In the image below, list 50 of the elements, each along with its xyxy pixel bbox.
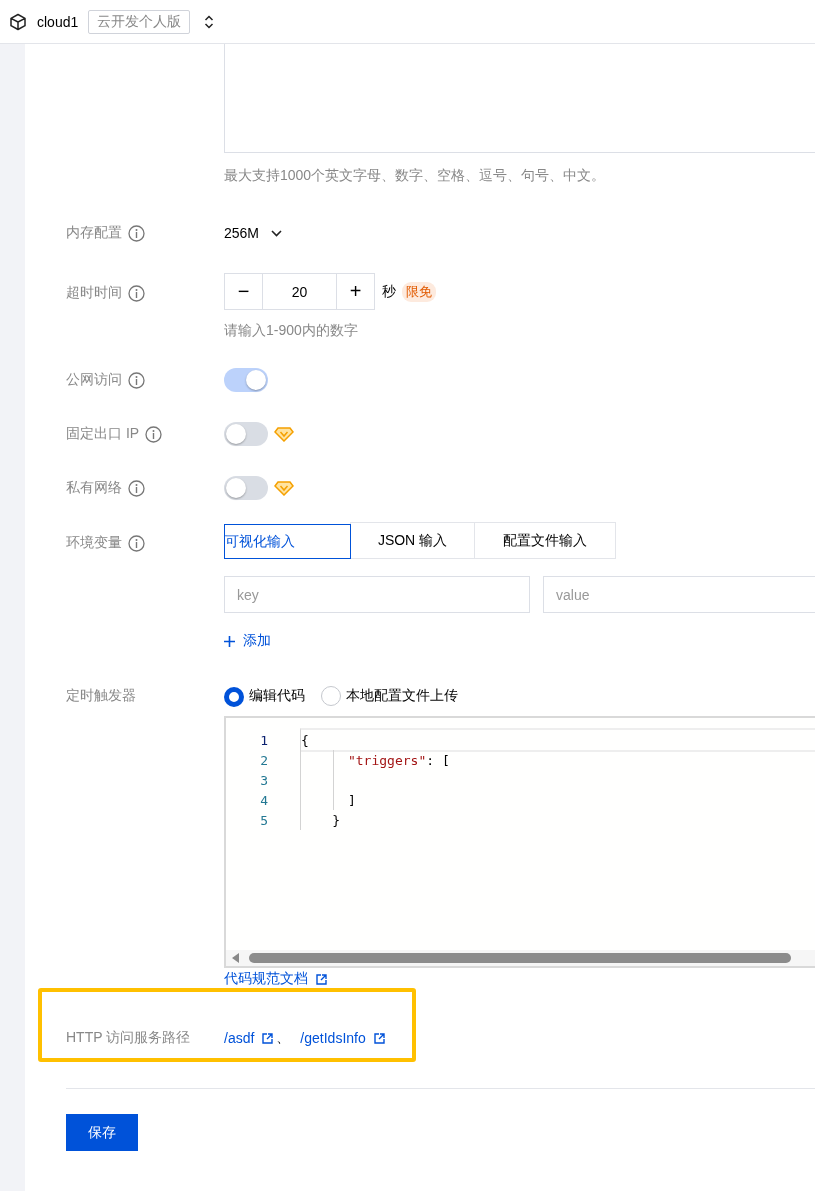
hint-text: 最大支持1000个英文字母、数字、空格、逗号、句号、中文。 <box>224 167 607 185</box>
toggle-switch[interactable] <box>224 422 268 446</box>
add-button[interactable]: 添加 <box>224 632 271 650</box>
toggle-switch[interactable] <box>224 476 268 500</box>
radio-option[interactable]: 编辑代码 <box>224 685 305 707</box>
field-label: 固定出口 IP <box>66 425 140 443</box>
radio-option[interactable]: 本地配置文件上传 <box>321 686 458 706</box>
external-link-icon <box>316 973 327 985</box>
plus-icon <box>224 635 235 647</box>
field-label: HTTP 访问服务路径 <box>66 1029 191 1047</box>
code-line: ] <box>346 792 356 808</box>
external-link-icon <box>373 1032 385 1044</box>
line-number: 5 <box>259 812 268 828</box>
separator-text: 、 <box>276 1029 291 1047</box>
code-line: { <box>301 732 309 748</box>
edition-tag[interactable]: 云开发个人版 <box>88 9 191 34</box>
field-label: 超时时间 <box>66 284 122 302</box>
field-label: 内存配置 <box>66 224 122 242</box>
input-mode-tab[interactable]: 可视化输入 <box>224 524 351 559</box>
cube-icon <box>9 12 27 31</box>
field-label: 定时触发器 <box>66 687 136 705</box>
scrollbar-thumb[interactable] <box>249 953 791 963</box>
switch-project-icon[interactable] <box>204 14 215 29</box>
line-number: 3 <box>259 772 268 788</box>
external-link-icon <box>262 1032 274 1044</box>
input-mode-tab[interactable]: JSON 输入 <box>350 522 475 559</box>
hint-text: 请输入1-900内的数字 <box>224 322 359 340</box>
line-number: 1 <box>259 732 268 748</box>
radio-circle[interactable] <box>224 687 244 707</box>
scroll-left-icon[interactable] <box>232 953 239 963</box>
key-field[interactable]: key <box>224 576 530 613</box>
doc-link[interactable]: 代码规范文档 <box>224 970 327 988</box>
path-link[interactable]: /asdf <box>224 1030 274 1046</box>
field-label: 公网访问 <box>66 371 122 389</box>
line-number: 2 <box>259 752 268 768</box>
line-number: 4 <box>259 792 268 808</box>
field-label: 环境变量 <box>66 534 122 552</box>
code-line: "triggers": [ <box>346 752 450 768</box>
field-label: 私有网络 <box>66 479 122 497</box>
memory-select[interactable]: 256M <box>224 225 260 241</box>
value-field[interactable]: value <box>543 576 815 613</box>
save-button[interactable]: 保存 <box>66 1114 138 1151</box>
unit-text: 秒 <box>382 282 396 301</box>
chevron-down-icon[interactable] <box>271 229 283 237</box>
project-name: cloud1 <box>37 13 79 30</box>
code-line: } <box>331 812 341 828</box>
free-badge: 限免 <box>402 281 436 302</box>
toggle-switch[interactable] <box>224 368 268 392</box>
path-link[interactable]: /getIdsInfo <box>300 1030 385 1046</box>
input-mode-tab[interactable]: 配置文件输入 <box>474 522 616 559</box>
